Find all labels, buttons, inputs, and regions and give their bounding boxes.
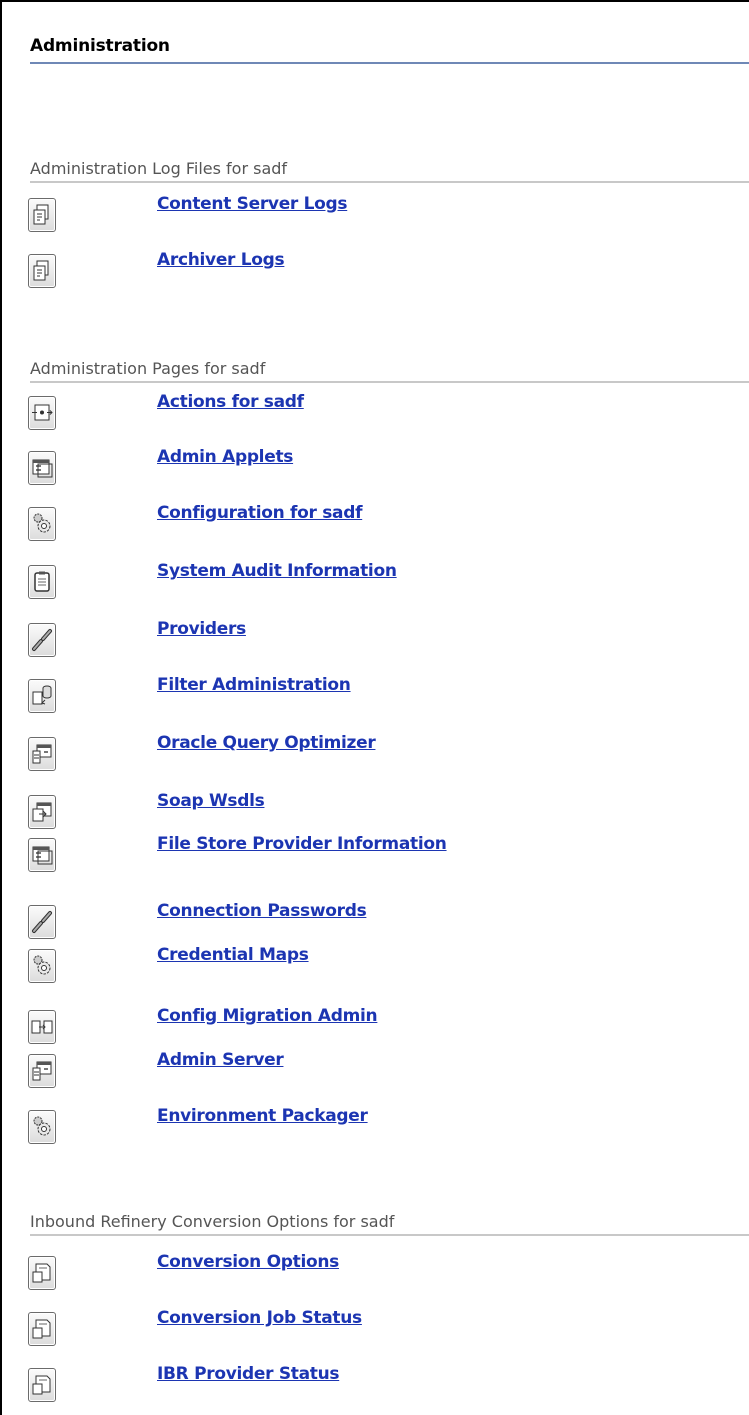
log-file-icon[interactable]	[28, 254, 56, 288]
link-archiver-logs[interactable]: Archiver Logs	[157, 250, 285, 270]
gears-icon[interactable]	[28, 507, 56, 541]
import-window-icon[interactable]	[28, 795, 56, 829]
link-filter-administration[interactable]: Filter Administration	[157, 675, 351, 695]
section-divider	[30, 381, 749, 383]
link-actions[interactable]: Actions for sadf	[157, 392, 304, 412]
page-frame: Administration Administration Log Files …	[0, 0, 749, 1415]
link-admin-applets[interactable]: Admin Applets	[157, 447, 293, 467]
conversion-page-icon[interactable]	[28, 1256, 56, 1290]
title-divider	[30, 62, 749, 64]
link-configuration[interactable]: Configuration for sadf	[157, 503, 363, 523]
admin-item-credential-maps[interactable]: Credential Maps	[26, 945, 749, 991]
link-config-migration[interactable]: Config Migration Admin	[157, 1006, 378, 1026]
link-soap-wsdls[interactable]: Soap Wsdls	[157, 791, 265, 811]
link-content-server-logs[interactable]: Content Server Logs	[157, 194, 348, 214]
link-file-store-provider[interactable]: File Store Provider Information	[157, 834, 447, 854]
admin-item-file-store-provider[interactable]: File Store Provider Information	[26, 834, 749, 880]
section-heading-inbound-refinery: Inbound Refinery Conversion Options for …	[30, 1212, 395, 1231]
chain-link-icon[interactable]	[28, 905, 56, 939]
admin-item-config-migration[interactable]: Config Migration Admin	[26, 1006, 749, 1052]
section-divider	[30, 181, 749, 183]
link-environment-packager[interactable]: Environment Packager	[157, 1106, 368, 1126]
link-admin-server[interactable]: Admin Server	[157, 1050, 284, 1070]
section-divider	[30, 1234, 749, 1236]
gears-icon[interactable]	[28, 1110, 56, 1144]
link-providers[interactable]: Providers	[157, 619, 246, 639]
admin-item-soap-wsdls[interactable]: Soap Wsdls	[26, 791, 749, 837]
admin-item-archiver-logs[interactable]: Archiver Logs	[26, 250, 749, 296]
section-heading-log-files: Administration Log Files for sadf	[30, 159, 288, 178]
conversion-page-icon[interactable]	[28, 1368, 56, 1402]
link-credential-maps[interactable]: Credential Maps	[157, 945, 309, 965]
page-title: Administration	[30, 36, 170, 56]
admin-item-admin-server[interactable]: Admin Server	[26, 1050, 749, 1096]
admin-item-actions[interactable]: Actions for sadf	[26, 392, 749, 438]
filter-database-icon[interactable]	[28, 679, 56, 713]
admin-item-system-audit[interactable]: System Audit Information	[26, 561, 749, 607]
admin-item-admin-applets[interactable]: Admin Applets	[26, 447, 749, 493]
link-conversion-options[interactable]: Conversion Options	[157, 1252, 339, 1272]
applet-window-icon[interactable]	[28, 451, 56, 485]
chain-link-icon[interactable]	[28, 623, 56, 657]
admin-item-oracle-query-optimizer[interactable]: Oracle Query Optimizer	[26, 733, 749, 779]
admin-item-conversion-options[interactable]: Conversion Options	[26, 1252, 749, 1298]
link-oracle-query-optimizer[interactable]: Oracle Query Optimizer	[157, 733, 376, 753]
link-system-audit[interactable]: System Audit Information	[157, 561, 397, 581]
log-file-icon[interactable]	[28, 198, 56, 232]
link-ibr-provider-status[interactable]: IBR Provider Status	[157, 1364, 340, 1384]
clipboard-icon[interactable]	[28, 565, 56, 599]
conversion-page-icon[interactable]	[28, 1312, 56, 1346]
gears-icon[interactable]	[28, 949, 56, 983]
admin-item-environment-packager[interactable]: Environment Packager	[26, 1106, 749, 1152]
admin-item-providers[interactable]: Providers	[26, 619, 749, 665]
admin-item-connection-passwords[interactable]: Connection Passwords	[26, 901, 749, 947]
server-window-icon[interactable]	[28, 737, 56, 771]
link-connection-passwords[interactable]: Connection Passwords	[157, 901, 367, 921]
link-conversion-job-status[interactable]: Conversion Job Status	[157, 1308, 362, 1328]
actions-icon[interactable]	[28, 396, 56, 430]
admin-item-configuration[interactable]: Configuration for sadf	[26, 503, 749, 549]
applet-window-icon[interactable]	[28, 838, 56, 872]
server-window-icon[interactable]	[28, 1054, 56, 1088]
admin-item-conversion-job-status[interactable]: Conversion Job Status	[26, 1308, 749, 1354]
migration-icon[interactable]	[28, 1010, 56, 1044]
admin-item-filter-administration[interactable]: Filter Administration	[26, 675, 749, 721]
admin-item-content-server-logs[interactable]: Content Server Logs	[26, 194, 749, 240]
section-heading-admin-pages: Administration Pages for sadf	[30, 359, 266, 378]
admin-item-ibr-provider-status[interactable]: IBR Provider Status	[26, 1364, 749, 1410]
